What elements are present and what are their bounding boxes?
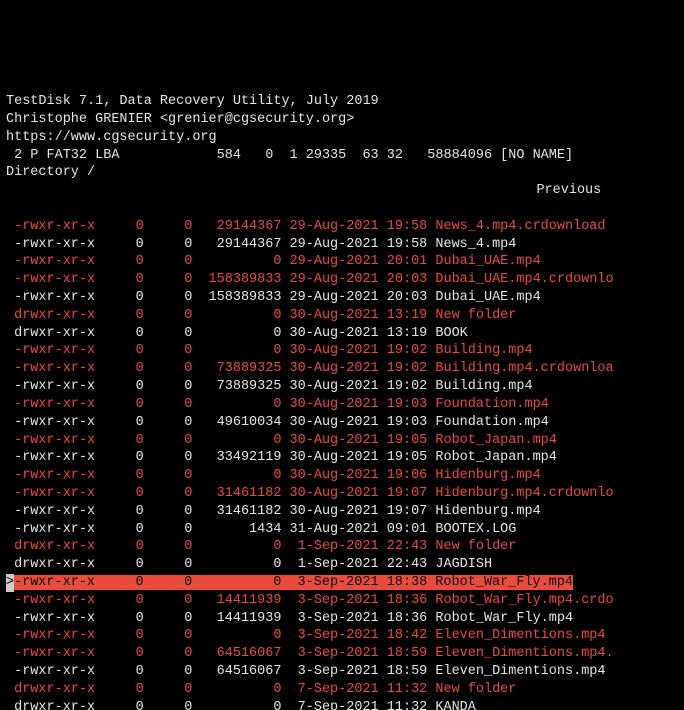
file-row[interactable]: drwxr-xr-x 0 0 0 7-Sep-2021 11:32 KANDA bbox=[6, 699, 678, 710]
file-row[interactable]: -rwxr-xr-x 0 0 158389833 29-Aug-2021 20:… bbox=[6, 289, 678, 307]
file-row[interactable]: -rwxr-xr-x 0 0 33492119 30-Aug-2021 19:0… bbox=[6, 449, 678, 467]
file-row[interactable]: -rwxr-xr-x 0 0 0 3-Sep-2021 18:42 Eleven… bbox=[6, 627, 678, 645]
file-row[interactable]: drwxr-xr-x 0 0 0 30-Aug-2021 13:19 New f… bbox=[6, 307, 678, 325]
directory-path: Directory / bbox=[6, 165, 95, 180]
file-row[interactable]: -rwxr-xr-x 0 0 14411939 3-Sep-2021 18:36… bbox=[6, 592, 678, 610]
file-row[interactable]: drwxr-xr-x 0 0 0 1-Sep-2021 22:43 New fo… bbox=[6, 538, 678, 556]
file-row[interactable]: -rwxr-xr-x 0 0 0 30-Aug-2021 19:02 Build… bbox=[6, 342, 678, 360]
file-row[interactable]: -rwxr-xr-x 0 0 29144367 29-Aug-2021 19:5… bbox=[6, 236, 678, 254]
file-row[interactable]: drwxr-xr-x 0 0 0 7-Sep-2021 11:32 New fo… bbox=[6, 681, 678, 699]
file-row[interactable]: -rwxr-xr-x 0 0 0 30-Aug-2021 19:05 Robot… bbox=[6, 432, 678, 450]
file-row[interactable]: -rwxr-xr-x 0 0 158389833 29-Aug-2021 20:… bbox=[6, 271, 678, 289]
file-row[interactable]: -rwxr-xr-x 0 0 0 30-Aug-2021 19:06 Hiden… bbox=[6, 467, 678, 485]
partition-info: 2 P FAT32 LBA 584 0 1 29335 63 32 588840… bbox=[6, 148, 573, 163]
header-line-3: https://www.cgsecurity.org bbox=[6, 130, 217, 145]
file-row[interactable]: -rwxr-xr-x 0 0 14411939 3-Sep-2021 18:36… bbox=[6, 610, 678, 628]
nav-previous[interactable]: Previous bbox=[6, 182, 678, 200]
file-row[interactable]: -rwxr-xr-x 0 0 64516067 3-Sep-2021 18:59… bbox=[6, 645, 678, 663]
file-row[interactable]: drwxr-xr-x 0 0 0 1-Sep-2021 22:43 JAGDIS… bbox=[6, 556, 678, 574]
terminal-screen: TestDisk 7.1, Data Recovery Utility, Jul… bbox=[0, 71, 684, 710]
file-row[interactable]: -rwxr-xr-x 0 0 31461182 30-Aug-2021 19:0… bbox=[6, 485, 678, 503]
file-row[interactable]: -rwxr-xr-x 0 0 49610034 30-Aug-2021 19:0… bbox=[6, 414, 678, 432]
file-row[interactable]: -rwxr-xr-x 0 0 64516067 3-Sep-2021 18:59… bbox=[6, 663, 678, 681]
file-row[interactable]: -rwxr-xr-x 0 0 73889325 30-Aug-2021 19:0… bbox=[6, 378, 678, 396]
file-row[interactable]: -rwxr-xr-x 0 0 0 30-Aug-2021 19:03 Found… bbox=[6, 396, 678, 414]
file-row[interactable]: drwxr-xr-x 0 0 0 30-Aug-2021 13:19 BOOK bbox=[6, 325, 678, 343]
file-row[interactable]: -rwxr-xr-x 0 0 1434 31-Aug-2021 09:01 BO… bbox=[6, 521, 678, 539]
file-row[interactable]: -rwxr-xr-x 0 0 29144367 29-Aug-2021 19:5… bbox=[6, 218, 678, 236]
file-row-selected[interactable]: >-rwxr-xr-x 0 0 0 3-Sep-2021 18:38 Robot… bbox=[6, 574, 678, 592]
file-row[interactable]: -rwxr-xr-x 0 0 0 29-Aug-2021 20:01 Dubai… bbox=[6, 253, 678, 271]
header-line-1: TestDisk 7.1, Data Recovery Utility, Jul… bbox=[6, 94, 379, 109]
file-row[interactable]: -rwxr-xr-x 0 0 31461182 30-Aug-2021 19:0… bbox=[6, 503, 678, 521]
file-list[interactable]: -rwxr-xr-x 0 0 29144367 29-Aug-2021 19:5… bbox=[6, 218, 678, 710]
header-line-2: Christophe GRENIER <grenier@cgsecurity.o… bbox=[6, 112, 354, 127]
file-row[interactable]: -rwxr-xr-x 0 0 73889325 30-Aug-2021 19:0… bbox=[6, 360, 678, 378]
